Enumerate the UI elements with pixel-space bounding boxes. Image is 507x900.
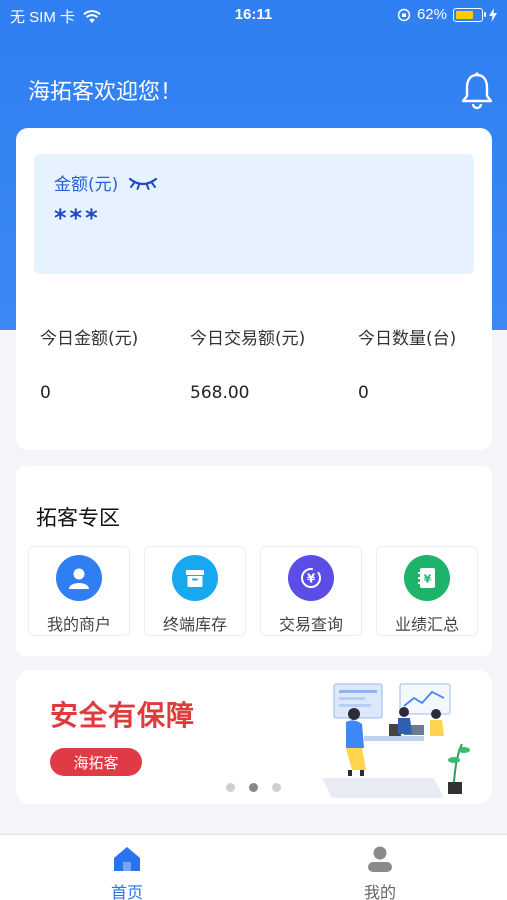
amount-value: *** <box>54 204 101 232</box>
bell-icon[interactable] <box>458 70 496 110</box>
amount-label: 金额(元) <box>54 175 119 195</box>
amount-box: 金额(元) *** <box>34 154 474 274</box>
pagination-dot[interactable] <box>226 783 235 792</box>
stat-label: 今日数量(台) <box>358 329 457 349</box>
stat-value: 0 <box>40 383 51 403</box>
pagination-dot-active[interactable] <box>249 783 258 792</box>
tile-terminal-inventory[interactable]: 终端库存 <box>144 546 246 636</box>
stat-label: 今日交易额(元) <box>190 329 306 349</box>
stat-value: 0 <box>358 383 369 403</box>
eye-closed-icon[interactable] <box>128 175 158 191</box>
balance-card: 金额(元) *** 今日金额(元) 0 今日交易额(元) 568.00 今日数量… <box>16 128 492 450</box>
stat-value: 568.00 <box>190 383 250 403</box>
battery-fill <box>456 10 474 19</box>
tile-label: 我的商户 <box>46 615 111 634</box>
tab-mine-label: 我的 <box>363 883 396 900</box>
stat-today-quantity: 今日数量(台) 0 <box>358 324 456 403</box>
status-right: 62% <box>397 6 497 23</box>
tile-label: 交易查询 <box>278 615 343 634</box>
status-bar: 无 SIM 卡 16:11 62% <box>0 0 507 32</box>
zone-card: 拓客专区 我的商户 终端库存 ¥ 交易查询 ¥ 业绩汇总 <box>16 466 492 656</box>
merchant-icon <box>56 555 102 601</box>
tab-bar: 首页 我的 <box>0 834 507 900</box>
svg-text:¥: ¥ <box>307 572 316 586</box>
battery-percent: 62% <box>416 6 447 23</box>
banner-tag: 海拓客 <box>50 748 142 776</box>
banner-title: 安全有保障 <box>50 699 196 732</box>
transaction-icon: ¥ <box>288 555 334 601</box>
svg-text:¥: ¥ <box>424 573 432 586</box>
battery-icon <box>453 7 486 22</box>
stat-today-transaction: 今日交易额(元) 568.00 <box>190 324 305 403</box>
user-icon <box>368 846 392 872</box>
promo-banner[interactable]: 安全有保障 海拓客 <box>16 670 492 804</box>
home-icon <box>114 847 140 871</box>
pagination-dot[interactable] <box>272 783 281 792</box>
tile-performance-summary[interactable]: ¥ 业绩汇总 <box>376 546 478 636</box>
tile-label: 业绩汇总 <box>394 615 459 634</box>
orientation-lock-icon <box>397 8 411 21</box>
banner-pagination <box>226 783 281 792</box>
tile-my-merchants[interactable]: 我的商户 <box>28 546 130 636</box>
tab-home-label: 首页 <box>110 883 143 900</box>
tile-label: 终端库存 <box>162 615 227 634</box>
tab-home[interactable]: 首页 <box>67 845 187 900</box>
stat-today-amount: 今日金额(元) 0 <box>40 324 138 403</box>
amount-label-row: 金额(元) <box>54 170 158 195</box>
tile-transaction-query[interactable]: ¥ 交易查询 <box>260 546 362 636</box>
charging-icon <box>489 7 497 22</box>
stat-label: 今日金额(元) <box>40 329 139 349</box>
tab-mine[interactable]: 我的 <box>320 845 440 900</box>
inventory-icon <box>172 555 218 601</box>
performance-icon: ¥ <box>404 555 450 601</box>
welcome-title: 海拓客欢迎您！ <box>28 80 183 105</box>
zone-title: 拓客专区 <box>36 506 120 530</box>
office-illustration <box>322 683 470 798</box>
